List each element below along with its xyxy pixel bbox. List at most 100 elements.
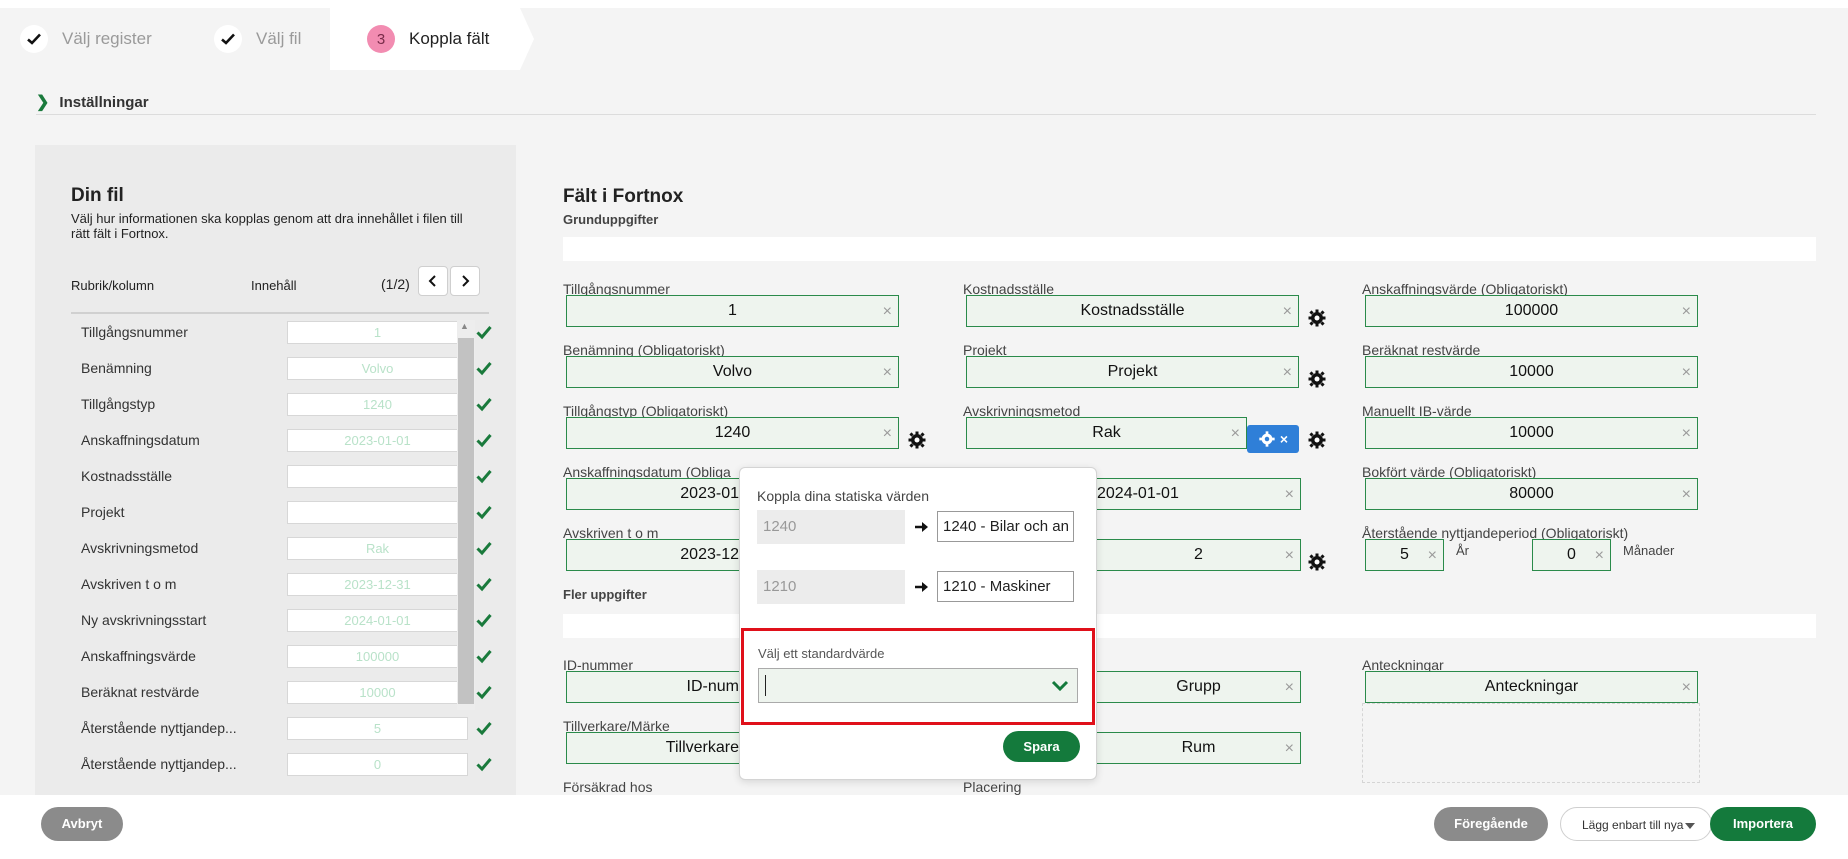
save-button[interactable]: Spara xyxy=(1003,731,1080,762)
column-value[interactable]: Rak xyxy=(287,537,468,560)
mapping-target-input[interactable]: 1240 - Bilar och an xyxy=(937,511,1074,542)
months-input[interactable]: 0 × xyxy=(1532,539,1611,571)
gear-icon[interactable] xyxy=(1307,430,1327,450)
gear-icon[interactable] xyxy=(1307,369,1327,389)
column-value[interactable]: 5 xyxy=(287,717,468,740)
step-select-register[interactable]: Välj register xyxy=(20,8,152,70)
column-name: Projekt xyxy=(81,504,125,520)
column-value[interactable]: Volvo xyxy=(287,357,468,380)
file-column-row[interactable]: Kostnadsställe xyxy=(71,463,492,491)
check-icon xyxy=(476,650,492,664)
import-button[interactable]: Importera xyxy=(1710,807,1816,841)
settings-toggle[interactable]: ❯ Inställningar xyxy=(36,92,149,112)
file-column-row[interactable]: Avskriven t o m 2023-12-31 xyxy=(71,571,492,599)
caret-down-icon xyxy=(1685,823,1695,829)
clear-icon[interactable]: × xyxy=(1283,358,1292,388)
column-value[interactable]: 0 xyxy=(287,753,468,776)
column-value[interactable]: 1240 xyxy=(287,393,468,416)
field-input[interactable]: 1 × xyxy=(566,295,899,327)
scroll-up-icon[interactable]: ▲ xyxy=(460,321,469,331)
step-map-fields[interactable]: 3 Koppla fält xyxy=(330,8,520,70)
column-value[interactable]: 10000 xyxy=(287,681,468,704)
clear-icon[interactable]: × xyxy=(1682,419,1691,449)
standard-value-select[interactable] xyxy=(758,668,1078,703)
field-input[interactable]: Tillverkare xyxy=(566,732,746,764)
clear-icon[interactable]: × xyxy=(1595,541,1604,571)
file-column-row[interactable]: Beräknat restvärde 10000 xyxy=(71,679,492,707)
field-input[interactable]: Volvo × xyxy=(566,356,899,388)
gear-icon[interactable] xyxy=(1307,308,1327,328)
column-header-name: Rubrik/kolumn xyxy=(71,278,155,293)
mapping-source: 1240 xyxy=(757,510,905,544)
file-column-row[interactable]: Återstående nyttjandep... 0 xyxy=(71,751,492,779)
column-value[interactable]: 2023-12-31 xyxy=(287,573,468,596)
field-input[interactable]: 10000 × xyxy=(1365,356,1698,388)
years-input[interactable]: 5 × xyxy=(1365,539,1444,571)
close-icon[interactable]: × xyxy=(1280,431,1288,447)
field-input[interactable]: 80000 × xyxy=(1365,478,1698,510)
cancel-button[interactable]: Avbryt xyxy=(41,807,123,841)
clear-icon[interactable]: × xyxy=(1682,480,1691,510)
column-value[interactable]: 2024-01-01 xyxy=(287,609,468,632)
clear-icon[interactable]: × xyxy=(883,419,892,449)
clear-icon[interactable]: × xyxy=(1285,541,1294,571)
step-select-file[interactable]: Välj fil xyxy=(214,8,301,70)
file-column-row[interactable]: Benämning Volvo xyxy=(71,355,492,383)
column-name: Återstående nyttjandep... xyxy=(81,756,237,772)
file-column-row[interactable]: Tillgångsnummer 1 xyxy=(71,319,492,347)
section-more-title: Fler uppgifter xyxy=(563,587,647,602)
clear-icon[interactable]: × xyxy=(1285,480,1294,510)
static-values-button[interactable]: × xyxy=(1247,425,1299,453)
file-column-row[interactable]: Återstående nyttjandep... 5 xyxy=(71,715,492,743)
clear-icon[interactable]: × xyxy=(1682,297,1691,327)
clear-icon[interactable]: × xyxy=(1231,419,1240,449)
field-input[interactable]: Rak × xyxy=(966,417,1247,449)
column-value[interactable] xyxy=(287,501,468,524)
field-input[interactable]: 2023-12 xyxy=(566,539,746,571)
clear-icon[interactable]: × xyxy=(1682,673,1691,703)
clear-icon[interactable]: × xyxy=(1285,734,1294,764)
file-column-row[interactable]: Projekt xyxy=(71,499,492,527)
check-icon xyxy=(476,542,492,556)
previous-button[interactable]: Föregående xyxy=(1434,807,1548,841)
file-column-row[interactable]: Anskaffningsdatum 2023-01-01 xyxy=(71,427,492,455)
field-input[interactable]: ID-num xyxy=(566,671,746,703)
file-column-row[interactable]: Avskrivningsmetod Rak xyxy=(71,535,492,563)
clear-icon[interactable]: × xyxy=(1682,358,1691,388)
clear-icon[interactable]: × xyxy=(1428,541,1437,571)
file-column-row[interactable]: Tillgångstyp 1240 xyxy=(71,391,492,419)
notes-dropzone[interactable] xyxy=(1362,703,1700,783)
gear-icon[interactable] xyxy=(1307,552,1327,572)
field-input[interactable]: 10000 × xyxy=(1365,417,1698,449)
column-value[interactable] xyxy=(287,465,468,488)
clear-icon[interactable]: × xyxy=(883,358,892,388)
column-value[interactable]: 100000 xyxy=(287,645,468,668)
field-input[interactable]: Grupp × xyxy=(1096,671,1301,703)
next-page-button[interactable] xyxy=(450,266,480,296)
file-column-row[interactable]: Anskaffningsvärde 100000 xyxy=(71,643,492,671)
field-input[interactable]: Anteckningar × xyxy=(1365,671,1698,703)
field-input[interactable]: Projekt × xyxy=(966,356,1299,388)
clear-icon[interactable]: × xyxy=(1283,297,1292,327)
field-input[interactable]: 100000 × xyxy=(1365,295,1698,327)
field-input[interactable]: 2024-01-01 × xyxy=(1096,478,1301,510)
column-value[interactable]: 1 xyxy=(287,321,468,344)
field-input[interactable]: 1240 × xyxy=(566,417,899,449)
gear-icon[interactable] xyxy=(907,430,927,450)
check-icon xyxy=(20,25,48,53)
import-mode-select[interactable]: Lägg enbart till nya xyxy=(1560,807,1712,841)
field-input[interactable]: Rum × xyxy=(1096,732,1301,764)
scrollbar-thumb[interactable] xyxy=(458,338,474,704)
step-label: Koppla fält xyxy=(409,29,490,48)
mapping-target-input[interactable]: 1210 - Maskiner xyxy=(937,571,1074,602)
field-input[interactable]: 2023-01 xyxy=(566,478,746,510)
fortnox-fields-title: Fält i Fortnox xyxy=(563,186,684,207)
clear-icon[interactable]: × xyxy=(883,297,892,327)
field-input[interactable]: 2 × xyxy=(1096,539,1301,571)
file-column-row[interactable]: Ny avskrivningsstart 2024-01-01 xyxy=(71,607,492,635)
clear-icon[interactable]: × xyxy=(1285,673,1294,703)
column-value[interactable]: 2023-01-01 xyxy=(287,429,468,452)
field-input[interactable]: Kostnadsställe × xyxy=(966,295,1299,327)
step-label: Välj fil xyxy=(256,29,302,48)
prev-page-button[interactable] xyxy=(418,266,448,296)
